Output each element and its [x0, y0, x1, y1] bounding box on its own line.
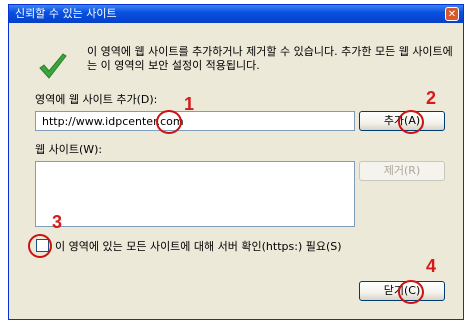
annotation-circle-4	[398, 280, 424, 304]
info-text: 이 영역에 웹 사이트를 추가하거나 제거할 수 있습니다. 추가한 모든 웹 …	[87, 45, 453, 72]
annotation-circle-1	[156, 110, 182, 134]
trusted-sites-dialog: 신뢰할 수 있는 사이트 ✕ 이 영역에 웹 사이트를 추가하거나 제거할 수 …	[8, 4, 464, 320]
sites-label: 웹 사이트(W):	[35, 143, 103, 156]
annotation-number-3: 3	[52, 212, 63, 232]
annotation-circle-2	[398, 110, 424, 134]
add-site-label: 영역에 웹 사이트 추가(D):	[35, 93, 158, 106]
title-bar: 신뢰할 수 있는 사이트 ✕	[9, 5, 463, 23]
annotation-number-2: 2	[426, 88, 437, 108]
add-site-input[interactable]: http://www.idpcenter.com	[35, 111, 355, 131]
annotation-number-1: 1	[184, 94, 195, 114]
annotation-circle-3	[28, 234, 52, 258]
websites-list[interactable]	[35, 161, 355, 227]
window-title: 신뢰할 수 있는 사이트	[15, 7, 117, 20]
checkmark-icon	[39, 53, 67, 79]
annotation-number-4: 4	[426, 256, 437, 276]
remove-button[interactable]: 제거(R)	[359, 161, 445, 181]
https-checkbox-label: 이 영역에 있는 모든 사이트에 대해 서버 확인(https:) 필요(S)	[55, 240, 342, 253]
close-window-button[interactable]: ✕	[445, 7, 459, 21]
